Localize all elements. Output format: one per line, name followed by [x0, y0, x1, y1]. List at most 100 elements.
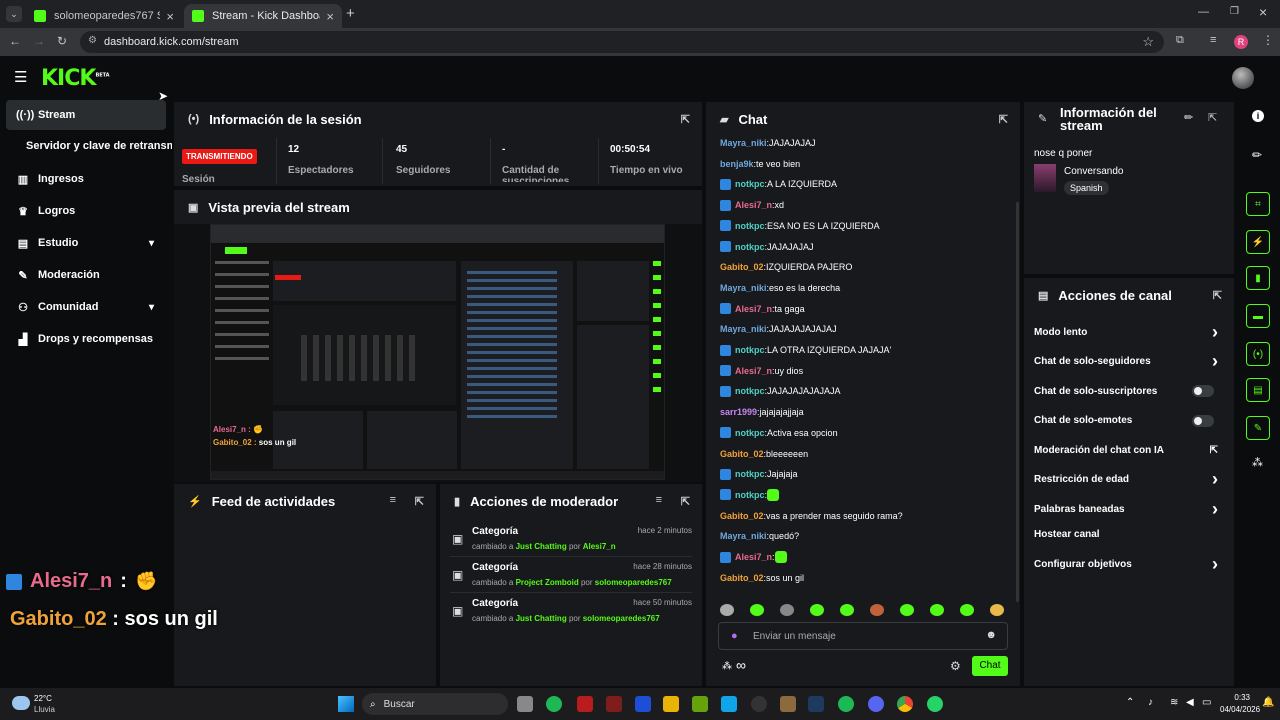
chat-username[interactable]: Mayra_niki: [720, 531, 767, 541]
chat-username[interactable]: Gabito_02: [720, 573, 764, 583]
channel-action-item[interactable]: Palabras baneadas ›: [1034, 499, 1218, 520]
battery-icon[interactable]: ▭: [1202, 697, 1211, 708]
rail-wrench-icon[interactable]: ✎: [1246, 416, 1270, 440]
mod-action-category[interactable]: Just Chatting: [516, 614, 567, 623]
sidebar-item-ingresos[interactable]: ▥ Ingresos: [6, 164, 166, 194]
microphone-icon[interactable]: ●: [731, 630, 738, 642]
emote-icon[interactable]: [960, 604, 974, 616]
channel-action-item[interactable]: Hostear canal: [1034, 527, 1218, 543]
steam-icon[interactable]: [808, 696, 824, 712]
task-view-icon[interactable]: [517, 696, 533, 712]
chat-username[interactable]: notkpc: [735, 386, 765, 396]
app-photo-icon[interactable]: [721, 696, 737, 712]
mod-action-category[interactable]: Project Zomboid: [516, 578, 579, 587]
chat-username[interactable]: Gabito_02: [720, 262, 764, 272]
sidebar-item-moderacion[interactable]: ✎ Moderación: [6, 260, 166, 290]
sidebar-item-logros[interactable]: ♛ Logros: [6, 196, 166, 226]
browser-tab-stream[interactable]: solomeoparedes767 Stream - K ×: [26, 4, 182, 28]
chat-username[interactable]: notkpc: [735, 490, 765, 500]
kick-drops-icon[interactable]: ⁂: [722, 661, 732, 672]
wifi-icon[interactable]: ≋: [1170, 697, 1178, 708]
edit-pencil-icon[interactable]: ✏: [1184, 111, 1193, 124]
chat-username[interactable]: Mayra_niki: [720, 324, 767, 334]
emote-icon[interactable]: [900, 604, 914, 616]
mod-action-user[interactable]: Alesi7_n: [583, 542, 616, 551]
sidebar-item-comunidad[interactable]: ⚇ Comunidad ▾: [6, 292, 166, 322]
sidebar-item-server-key[interactable]: Servidor y clave de retransm: [26, 140, 172, 152]
emote-icon[interactable]: [720, 604, 734, 616]
rail-channel-icon[interactable]: ▤: [1246, 378, 1270, 402]
chat-username[interactable]: notkpc: [735, 428, 765, 438]
chat-username[interactable]: Mayra_niki: [720, 283, 767, 293]
chat-username[interactable]: notkpc: [735, 242, 765, 252]
emote-icon[interactable]: [990, 604, 1004, 616]
taskbar-search[interactable]: ⌕ Buscar: [362, 693, 508, 715]
minimize-window-icon[interactable]: —: [1198, 6, 1209, 18]
stream-preview-video[interactable]: Alesi7_n : ✊ Gabito_02 : sos un gil: [210, 224, 665, 480]
popout-icon[interactable]: ⇱: [681, 113, 690, 126]
chat-username[interactable]: sarr1999: [720, 407, 757, 417]
whatsapp-icon[interactable]: [927, 696, 943, 712]
browser-tab-dashboard[interactable]: Stream - Kick Dashboard ×: [184, 4, 342, 28]
spotify-icon[interactable]: [546, 696, 562, 712]
infinity-icon[interactable]: ∞: [736, 657, 746, 673]
app-red2-icon[interactable]: [606, 696, 622, 712]
chat-username[interactable]: Alesi7_n: [735, 366, 772, 376]
profile-avatar[interactable]: R: [1234, 35, 1248, 49]
browser-menu-icon[interactable]: ⋮: [1262, 33, 1274, 47]
toggle-switch[interactable]: [1192, 385, 1214, 397]
chat-username[interactable]: notkpc: [735, 469, 765, 479]
address-bar[interactable]: ⚙ dashboard.kick.com/stream ☆: [80, 31, 1164, 53]
chevron-right-icon[interactable]: ›: [1212, 499, 1218, 520]
chat-settings-icon[interactable]: ⚙: [950, 659, 961, 673]
info-icon[interactable]: i: [1252, 110, 1264, 122]
chat-username[interactable]: Alesi7_n: [735, 304, 772, 314]
popout-icon[interactable]: ⇱: [681, 495, 690, 508]
close-tab-icon[interactable]: ×: [166, 9, 174, 24]
microphone-tray-icon[interactable]: ♪: [1148, 697, 1153, 708]
app-block-icon[interactable]: [780, 696, 796, 712]
rail-expand-icon[interactable]: ⌗: [1246, 192, 1270, 216]
external-link-icon[interactable]: ⇱: [1210, 445, 1218, 456]
chat-username[interactable]: Mayra_niki: [720, 138, 767, 148]
kick-logo[interactable]: KICKBETA: [41, 66, 110, 91]
rail-chat-icon[interactable]: ▬: [1246, 304, 1270, 328]
hamburger-menu-icon[interactable]: ☰: [14, 68, 27, 86]
popout-icon[interactable]: ⇱: [415, 495, 424, 508]
chevron-right-icon[interactable]: ›: [1212, 351, 1218, 372]
toggle-switch[interactable]: [1192, 414, 1214, 427]
volume-icon[interactable]: ◀: [1186, 697, 1194, 708]
site-info-icon[interactable]: ⚙: [88, 35, 97, 46]
mod-action-user[interactable]: solomeoparedes767: [583, 614, 660, 623]
emote-icon[interactable]: [870, 604, 884, 616]
rail-document-icon[interactable]: ▮: [1246, 266, 1270, 290]
extensions-icon[interactable]: ⧉: [1176, 34, 1184, 47]
restore-window-icon[interactable]: ❐: [1230, 6, 1239, 17]
popout-icon[interactable]: ⇱: [1208, 111, 1217, 124]
sidebar-item-drops[interactable]: ▟ Drops y recompensas: [6, 324, 166, 354]
discord-icon[interactable]: [868, 696, 884, 712]
channel-action-item[interactable]: Modo lento ›: [1034, 322, 1218, 342]
chat-username[interactable]: notkpc: [735, 345, 765, 355]
emoji-picker-icon[interactable]: ☻: [985, 629, 997, 641]
user-avatar[interactable]: [1232, 67, 1254, 89]
emote-icon[interactable]: [750, 604, 764, 616]
app-red-icon[interactable]: [577, 696, 593, 712]
channel-action-item[interactable]: Configurar objetivos ›: [1034, 554, 1218, 574]
channel-action-item[interactable]: Chat de solo-suscriptores: [1034, 383, 1218, 399]
forward-icon[interactable]: →: [33, 34, 45, 48]
reload-icon[interactable]: ↻: [57, 34, 67, 48]
sidebar-item-estudio[interactable]: ▤ Estudio ▾: [6, 228, 166, 258]
chat-input[interactable]: ● Enviar un mensaje ☻: [718, 622, 1008, 650]
chat-username[interactable]: benja9k: [720, 159, 754, 169]
file-explorer-icon[interactable]: [663, 696, 679, 712]
bookmark-star-icon[interactable]: ☆: [1142, 34, 1154, 50]
send-chat-button[interactable]: Chat: [972, 656, 1008, 676]
filter-icon[interactable]: ≡: [656, 494, 662, 506]
rail-broadcast-icon[interactable]: (•): [1246, 342, 1270, 366]
channel-action-item[interactable]: Moderación del chat con IA ⇱: [1034, 442, 1218, 458]
notification-icon[interactable]: 🔔: [1262, 697, 1274, 708]
rail-drops-icon[interactable]: ⁂: [1252, 456, 1263, 469]
spotify2-icon[interactable]: [838, 696, 854, 712]
chat-username[interactable]: Gabito_02: [720, 449, 764, 459]
